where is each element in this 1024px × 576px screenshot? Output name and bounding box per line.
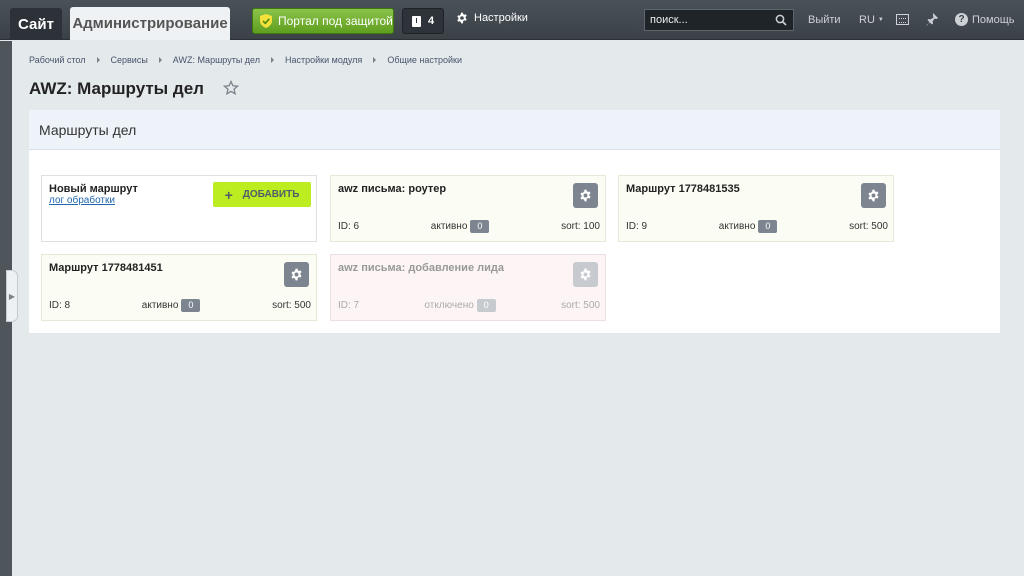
route-count-badge: 0 (470, 220, 490, 233)
breadcrumb-item[interactable]: AWZ: Маршруты дел (173, 55, 260, 65)
logout-link[interactable]: Выйти (808, 14, 841, 26)
route-title: Маршрут 1778481451 (49, 262, 163, 274)
gear-icon (580, 189, 591, 202)
route-count-badge: 0 (758, 220, 778, 233)
chevron-right-icon: ▶ (8, 291, 16, 301)
route-title: awz письма: добавление лида (338, 262, 504, 274)
help-icon: ? (955, 13, 968, 26)
search-box (644, 9, 794, 31)
top-bar: Сайт Администрирование Портал под защито… (0, 0, 1024, 40)
route-sort: sort: 500 (849, 221, 888, 232)
route-count-badge: 0 (181, 299, 201, 312)
page-title: AWZ: Маршруты дел (29, 79, 204, 98)
keyboard-icon[interactable] (896, 14, 909, 25)
route-settings-button[interactable] (861, 183, 886, 208)
plus-icon: + (224, 186, 233, 203)
shield-icon (260, 14, 272, 28)
route-settings-button[interactable] (573, 262, 598, 287)
gear-icon (868, 189, 879, 202)
route-title: awz письма: роутер (338, 183, 447, 195)
settings-label: Настройки (474, 12, 528, 24)
route-status-label: активно (430, 221, 468, 232)
menu-toggle-handle[interactable]: ▶ (6, 270, 18, 322)
breadcrumb-item[interactable]: Настройки модуля (285, 55, 362, 65)
route-meta: ID: 9 активно 0 sort: 500 (626, 220, 888, 233)
breadcrumb-separator-icon (96, 57, 100, 63)
route-title: Маршрут 1778481535 (626, 183, 740, 195)
help-label: Помощь (972, 13, 1015, 26)
help-link[interactable]: ? Помощь (955, 13, 1015, 26)
notification-icon (411, 15, 421, 27)
add-button-label: ДОБАВИТЬ (242, 189, 300, 200)
breadcrumb-item[interactable]: Рабочий стол (29, 55, 86, 65)
caret-down-icon: ▼ (877, 17, 884, 23)
routes-panel: Маршруты дел Новый маршрут лог обработки… (29, 110, 1000, 333)
log-link[interactable]: лог обработки (49, 195, 115, 206)
gear-icon (457, 12, 467, 24)
panel-title: Маршруты дел (29, 110, 1000, 150)
security-button-label: Портал под защитой (278, 14, 393, 28)
settings-link[interactable]: Настройки (456, 12, 528, 24)
notifications-count: 4 (427, 15, 435, 27)
breadcrumb-item[interactable]: Общие настройки (387, 55, 462, 65)
breadcrumb: Рабочий стол Сервисы AWZ: Маршруты дел Н… (29, 55, 462, 65)
route-meta: ID: 7 отключено 0 sort: 500 (338, 299, 600, 312)
search-input[interactable] (645, 10, 765, 30)
tab-site[interactable]: Сайт (10, 8, 62, 40)
add-route-button[interactable]: + ДОБАВИТЬ (213, 182, 311, 207)
search-icon[interactable] (775, 14, 787, 26)
route-settings-button[interactable] (284, 262, 309, 287)
route-sort: sort: 500 (561, 300, 600, 311)
route-status: отключено 0 (424, 299, 496, 312)
route-count-badge: 0 (476, 299, 496, 312)
notifications-button[interactable]: 4 (402, 8, 444, 34)
route-status-label: активно (141, 300, 179, 311)
security-button[interactable]: Портал под защитой (252, 8, 394, 34)
route-status: активно 0 (431, 220, 490, 233)
new-route-title: Новый маршрут (49, 183, 138, 195)
route-id: ID: 6 (338, 221, 360, 232)
route-meta: ID: 8 активно 0 sort: 500 (49, 299, 311, 312)
language-selector[interactable]: RU ▼ (859, 14, 884, 26)
route-card[interactable]: Маршрут 1778481535 ID: 9 активно 0 sort:… (618, 175, 894, 242)
route-meta: ID: 6 активно 0 sort: 100 (338, 220, 600, 233)
route-settings-button[interactable] (573, 183, 598, 208)
route-sort: sort: 500 (272, 300, 311, 311)
tab-admin[interactable]: Администрирование (70, 7, 230, 40)
route-id: ID: 8 (49, 300, 71, 311)
breadcrumb-separator-icon (373, 57, 377, 63)
route-status: активно 0 (142, 299, 201, 312)
route-id: ID: 7 (338, 300, 360, 311)
pin-icon[interactable] (926, 13, 938, 26)
language-label: RU (859, 14, 875, 26)
route-status: активно 0 (719, 220, 778, 233)
route-status-label: активно (718, 221, 756, 232)
breadcrumb-separator-icon (158, 57, 162, 63)
breadcrumb-item[interactable]: Сервисы (111, 55, 148, 65)
route-card[interactable]: Маршрут 1778481451 ID: 8 активно 0 sort:… (41, 254, 317, 321)
breadcrumb-separator-icon (271, 57, 274, 63)
route-status-label: отключено (424, 300, 474, 311)
route-id: ID: 9 (626, 221, 648, 232)
star-icon[interactable] (223, 80, 239, 96)
route-card[interactable]: awz письма: роутер ID: 6 активно 0 sort:… (330, 175, 606, 242)
route-card-disabled[interactable]: awz письма: добавление лида ID: 7 отключ… (330, 254, 606, 321)
new-route-card: Новый маршрут лог обработки + ДОБАВИТЬ (41, 175, 317, 242)
gear-icon (580, 268, 591, 281)
gear-icon (291, 268, 302, 281)
route-sort: sort: 100 (561, 221, 600, 232)
